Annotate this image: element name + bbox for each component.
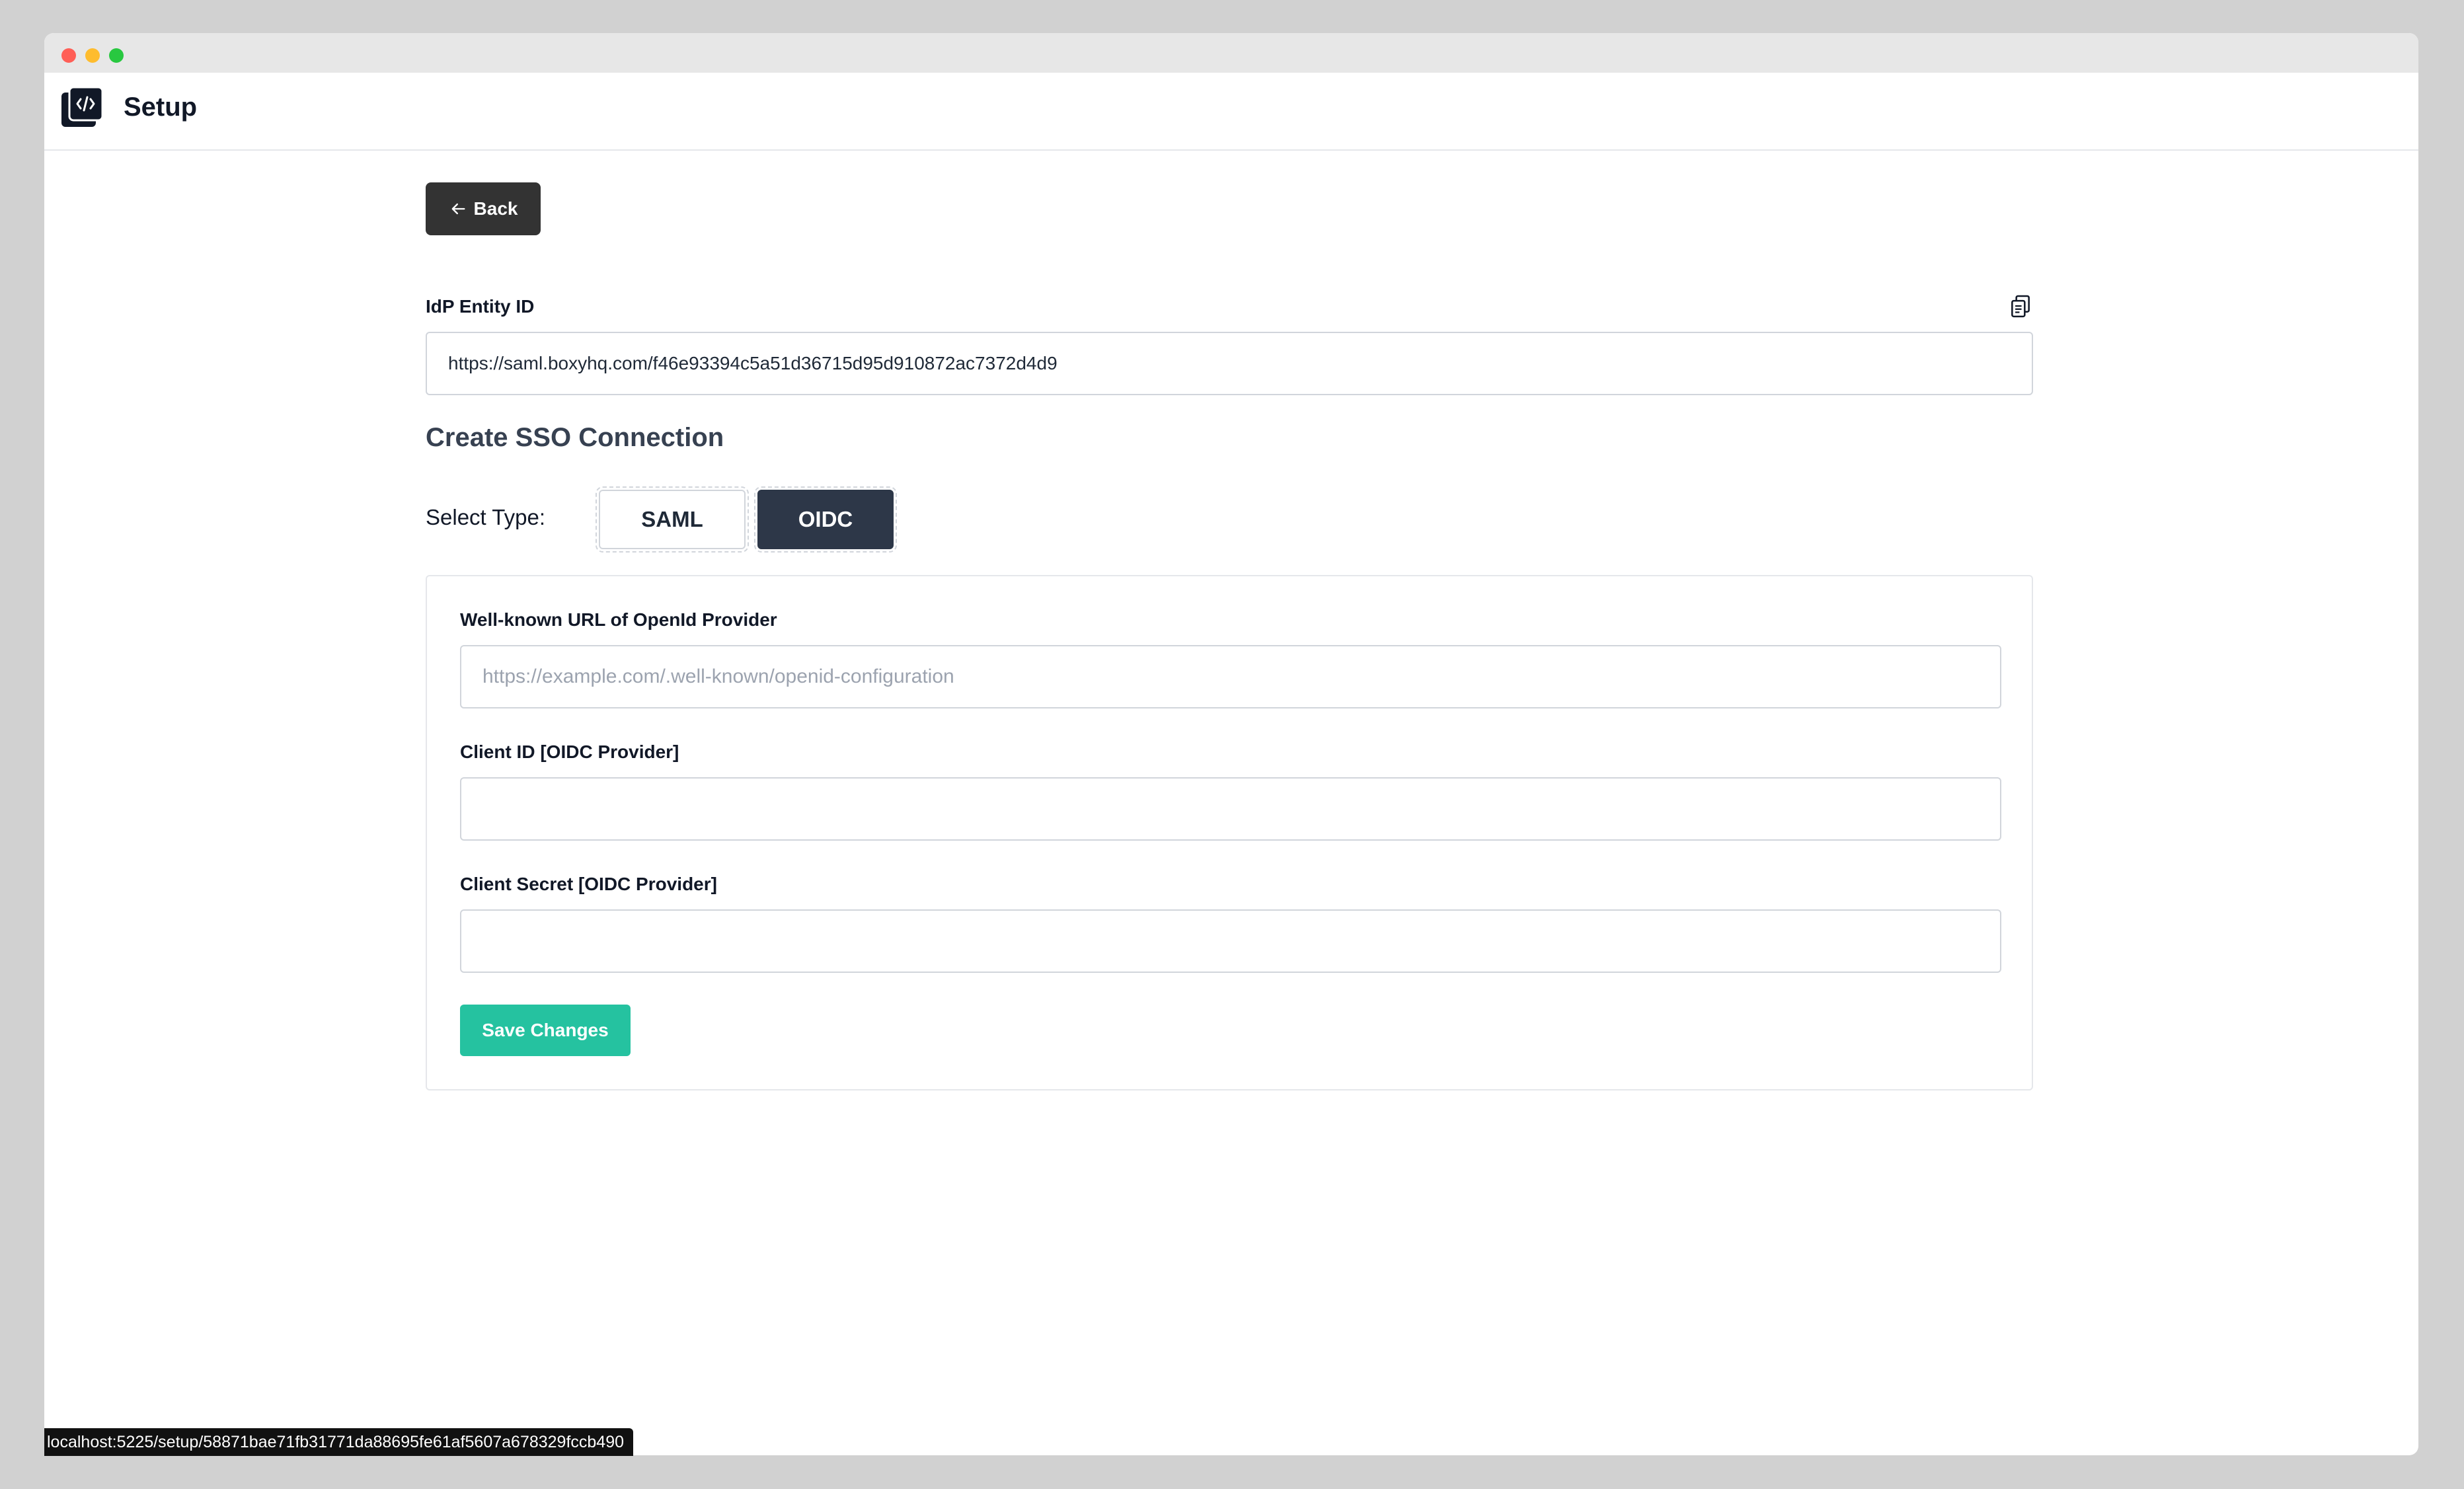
well-known-url-label: Well-known URL of OpenId Provider [460, 609, 777, 630]
code-logo-icon[interactable] [60, 86, 104, 130]
idp-entity-id-field[interactable] [426, 332, 2033, 395]
back-button-label: Back [473, 198, 518, 219]
oidc-connection-form: Well-known URL of OpenId Provider Client… [426, 575, 2033, 1090]
back-button[interactable]: Back [426, 182, 541, 235]
save-changes-button[interactable]: Save Changes [460, 1005, 631, 1056]
arrow-left-icon [451, 203, 465, 215]
clipboard-copy-icon[interactable] [2008, 293, 2033, 319]
status-bar-url: localhost:5225/setup/58871bae71fb31771da… [44, 1428, 634, 1456]
type-option-oidc[interactable]: OIDC [754, 486, 897, 553]
close-window-button[interactable] [61, 48, 76, 63]
client-id-input[interactable] [460, 777, 2001, 841]
idp-entity-id-label: IdP Entity ID [426, 296, 535, 317]
create-sso-connection-title: Create SSO Connection [426, 423, 724, 452]
type-option-saml[interactable]: SAML [596, 486, 749, 553]
app-title: Setup [124, 93, 198, 122]
client-secret-input[interactable] [460, 909, 2001, 973]
client-secret-label: Client Secret [OIDC Provider] [460, 874, 717, 894]
app-header: Setup [44, 73, 2418, 151]
maximize-window-button[interactable] [109, 48, 124, 63]
client-id-label: Client ID [OIDC Provider] [460, 742, 679, 762]
well-known-url-input[interactable] [460, 645, 2001, 708]
window-titlebar [44, 33, 2418, 73]
minimize-window-button[interactable] [85, 48, 100, 63]
select-type-label: Select Type: [426, 505, 546, 529]
